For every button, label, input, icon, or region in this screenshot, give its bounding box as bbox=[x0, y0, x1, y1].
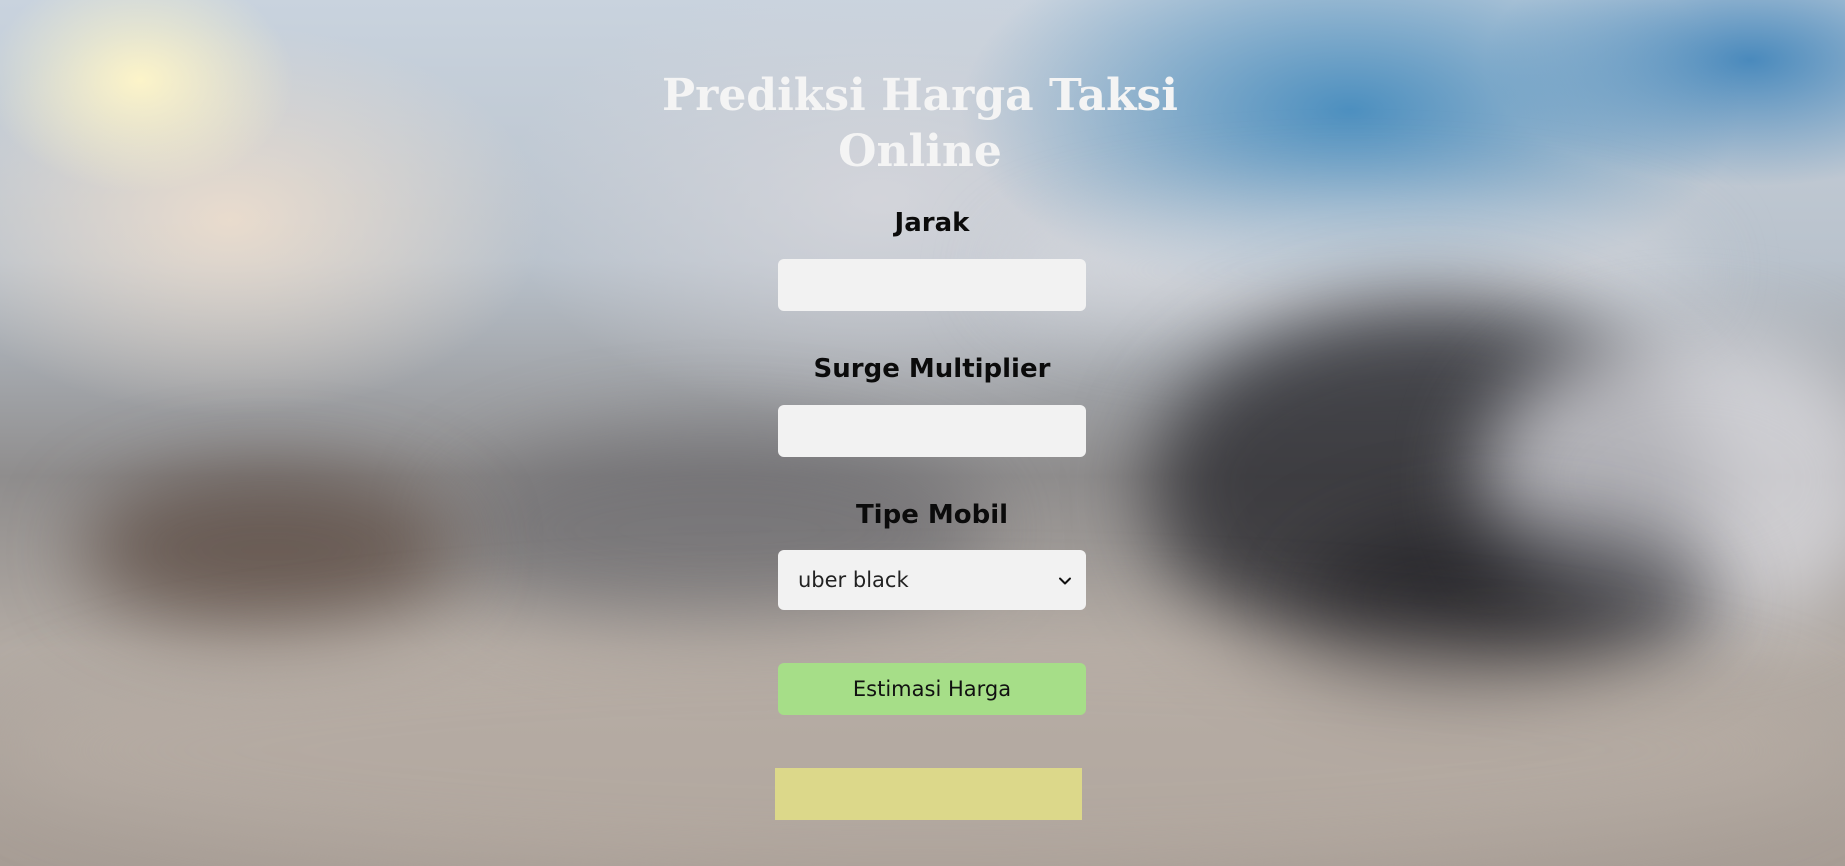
page-title: Prediksi Harga Taksi Online bbox=[662, 70, 1178, 177]
estimate-price-button[interactable]: Estimasi Harga bbox=[778, 663, 1086, 715]
car-type-selected-value: uber black bbox=[798, 568, 909, 592]
result-output bbox=[775, 768, 1082, 820]
surge-multiplier-label: Surge Multiplier bbox=[813, 354, 1051, 384]
car-type-label: Tipe Mobil bbox=[855, 500, 1009, 530]
distance-input[interactable] bbox=[778, 259, 1086, 311]
car-type-select[interactable]: uber black bbox=[778, 550, 1086, 610]
distance-label: Jarak bbox=[894, 208, 970, 238]
chevron-down-icon bbox=[1058, 573, 1072, 587]
prediction-form: Prediksi Harga Taksi Online Jarak Surge … bbox=[0, 0, 1845, 866]
surge-multiplier-input[interactable] bbox=[778, 405, 1086, 457]
